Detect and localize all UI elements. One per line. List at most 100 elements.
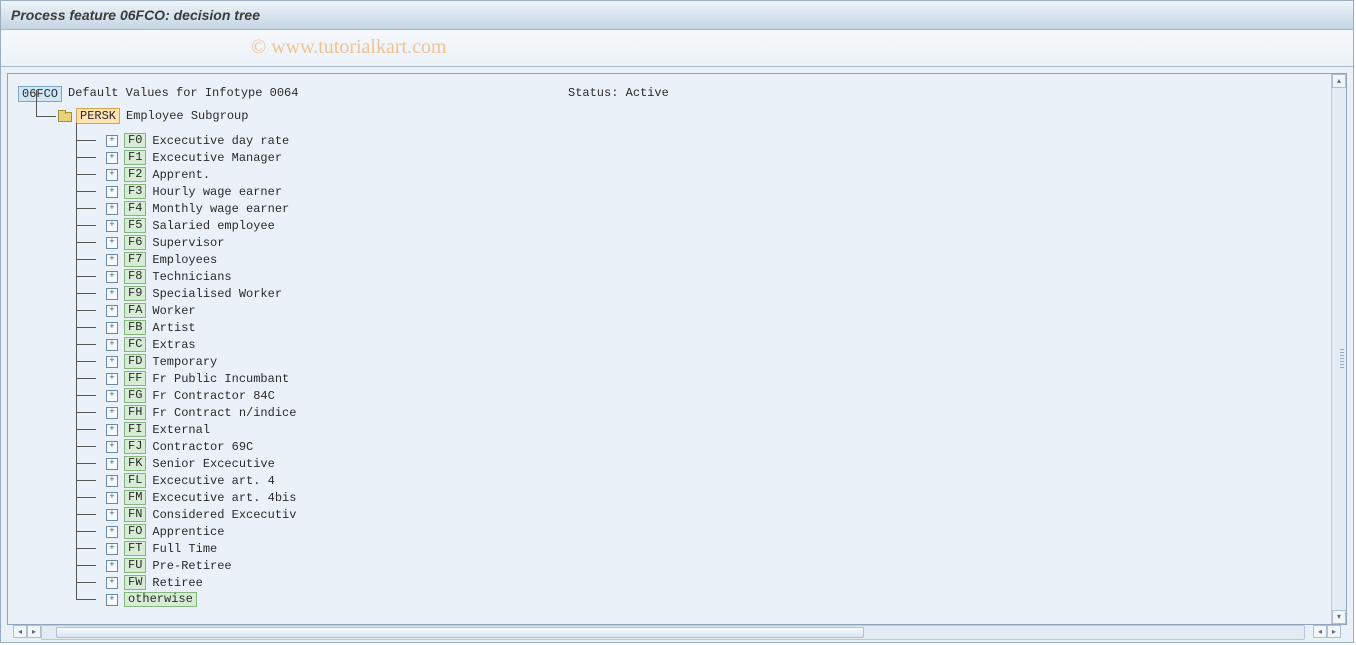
tree-leaf-row[interactable]: +FKSenior Excecutive <box>76 455 1332 472</box>
leaf-code: F7 <box>124 252 146 267</box>
outer-hscroll-group: ◂ ▸ <box>1313 625 1341 636</box>
tree-leaf-row[interactable]: +F5Salaried employee <box>76 217 1332 234</box>
tree-leaf-row[interactable]: +FFFr Public Incumbant <box>76 370 1332 387</box>
leaf-description: Extras <box>152 338 195 352</box>
expand-icon[interactable]: + <box>106 254 118 266</box>
group-description: Employee Subgroup <box>126 109 248 123</box>
tree-leaf-row[interactable]: +FUPre-Retiree <box>76 557 1332 574</box>
root-description: Default Values for Infotype 0064 <box>68 86 298 102</box>
leaf-description: Considered Excecutiv <box>152 508 296 522</box>
tree-leaf-row[interactable]: +FLExcecutive art. 4 <box>76 472 1332 489</box>
tree-leaf-connector <box>76 353 106 370</box>
inner-scroll-right-button[interactable]: ▸ <box>27 625 41 638</box>
expand-icon[interactable]: + <box>106 475 118 487</box>
tree-leaf-row[interactable]: +F9Specialised Worker <box>76 285 1332 302</box>
expand-icon[interactable]: + <box>106 152 118 164</box>
leaf-description: Fr Public Incumbant <box>152 372 289 386</box>
expand-icon[interactable]: + <box>106 407 118 419</box>
tree-leaf-row[interactable]: +FBArtist <box>76 319 1332 336</box>
tree-leaf-row[interactable]: +FCExtras <box>76 336 1332 353</box>
tree-leaf-row[interactable]: +F6Supervisor <box>76 234 1332 251</box>
leaf-code: F4 <box>124 201 146 216</box>
expand-icon[interactable]: + <box>106 135 118 147</box>
expand-icon[interactable]: + <box>106 390 118 402</box>
leaf-description: Fr Contractor 84C <box>152 389 274 403</box>
status-field: Status: Active <box>568 86 669 100</box>
expand-icon[interactable]: + <box>106 594 118 606</box>
tree-leaf-row[interactable]: +F8Technicians <box>76 268 1332 285</box>
tree-leaf-row[interactable]: + FD Temporary <box>76 353 1332 370</box>
inner-horizontal-scrollbar[interactable] <box>41 625 1305 640</box>
leaf-description: Salaried employee <box>152 219 274 233</box>
expand-icon[interactable]: + <box>106 305 118 317</box>
expand-icon[interactable]: + <box>106 356 118 368</box>
tree-leaf-row[interactable]: +F7Employees <box>76 251 1332 268</box>
main-area: 06FCO Default Values for Infotype 0064 S… <box>1 67 1353 642</box>
expand-icon[interactable]: + <box>106 560 118 572</box>
outer-scroll-right-button[interactable]: ▸ <box>1327 625 1341 638</box>
leaf-description: Full Time <box>152 542 217 556</box>
tree-leaf-row[interactable]: +FAWorker <box>76 302 1332 319</box>
expand-icon[interactable]: + <box>106 169 118 181</box>
scroll-down-button[interactable]: ▾ <box>1332 610 1346 624</box>
scroll-up-button[interactable]: ▴ <box>1332 74 1346 88</box>
toolbar-area: © www.tutorialkart.com <box>1 30 1353 67</box>
tree-leaf-row[interactable]: +FMExcecutive art. 4bis <box>76 489 1332 506</box>
leaf-description: Apprentice <box>152 525 224 539</box>
tree-leaf-connector <box>76 200 106 217</box>
expand-icon[interactable]: + <box>106 373 118 385</box>
leaf-code: otherwise <box>124 592 197 607</box>
leaf-code: F9 <box>124 286 146 301</box>
tree-leaf-row[interactable]: + otherwise <box>76 591 1332 608</box>
leaf-description: Excecutive day rate <box>152 134 289 148</box>
expand-icon[interactable]: + <box>106 458 118 470</box>
tree-leaf-row[interactable]: +FWRetiree <box>76 574 1332 591</box>
tree-leaf-row[interactable]: +FTFull Time <box>76 540 1332 557</box>
leaf-code: FK <box>124 456 146 471</box>
expand-icon[interactable]: + <box>106 288 118 300</box>
expand-icon[interactable]: + <box>106 424 118 436</box>
expand-icon[interactable]: + <box>106 186 118 198</box>
group-code: PERSK <box>76 108 120 124</box>
expand-icon[interactable]: + <box>106 237 118 249</box>
tree-leaf-connector <box>76 132 106 149</box>
tree-root-row[interactable]: 06FCO Default Values for Infotype 0064 <box>8 74 1332 102</box>
tree-group-row[interactable]: PERSK Employee Subgroup <box>36 106 1332 126</box>
tree-leaf-row[interactable]: +FNConsidered Excecutiv <box>76 506 1332 523</box>
tree-leaf-row[interactable]: +FGFr Contractor 84C <box>76 387 1332 404</box>
expand-icon[interactable]: + <box>106 271 118 283</box>
leaf-code: FD <box>124 354 146 369</box>
expand-icon[interactable]: + <box>106 526 118 538</box>
tree-leaf-connector <box>76 421 106 438</box>
expand-icon[interactable]: + <box>106 322 118 334</box>
expand-icon[interactable]: + <box>106 577 118 589</box>
tree-leaf-connector <box>76 370 106 387</box>
tree-leaf-row[interactable]: +FIExternal <box>76 421 1332 438</box>
leaf-description: Temporary <box>152 355 217 369</box>
expand-icon[interactable]: + <box>106 441 118 453</box>
tree-leaf-row[interactable]: +F3Hourly wage earner <box>76 183 1332 200</box>
tree-frame: 06FCO Default Values for Infotype 0064 S… <box>7 73 1347 625</box>
tree-leaf-row[interactable]: +F1Excecutive Manager <box>76 149 1332 166</box>
expand-icon[interactable]: + <box>106 492 118 504</box>
vertical-scrollbar[interactable]: ▴ ▾ <box>1331 74 1346 624</box>
tree-leaf-row[interactable]: +F0Excecutive day rate <box>76 132 1332 149</box>
tree-leaf-row[interactable]: +FOApprentice <box>76 523 1332 540</box>
tree-leaf-row[interactable]: +FHFr Contract n/indice <box>76 404 1332 421</box>
expand-icon[interactable]: + <box>106 509 118 521</box>
leaf-description: Hourly wage earner <box>152 185 282 199</box>
tree-branch-connector <box>36 106 58 126</box>
expand-icon[interactable]: + <box>106 203 118 215</box>
expand-icon[interactable]: + <box>106 220 118 232</box>
outer-scroll-left-button[interactable]: ◂ <box>1313 625 1327 638</box>
window-title: Process feature 06FCO: decision tree <box>11 7 260 23</box>
tree-leaf-row[interactable]: +F2Apprent. <box>76 166 1332 183</box>
tree-leaf-row[interactable]: + F4 Monthly wage earner <box>76 200 1332 217</box>
tree-leaf-connector <box>76 455 106 472</box>
expand-icon[interactable]: + <box>106 339 118 351</box>
leaf-description: Monthly wage earner <box>152 202 289 216</box>
inner-scroll-left-button[interactable]: ◂ <box>13 625 27 638</box>
expand-icon[interactable]: + <box>106 543 118 555</box>
tree-leaf-row[interactable]: +FJContractor 69C <box>76 438 1332 455</box>
leaf-code: FM <box>124 490 146 505</box>
